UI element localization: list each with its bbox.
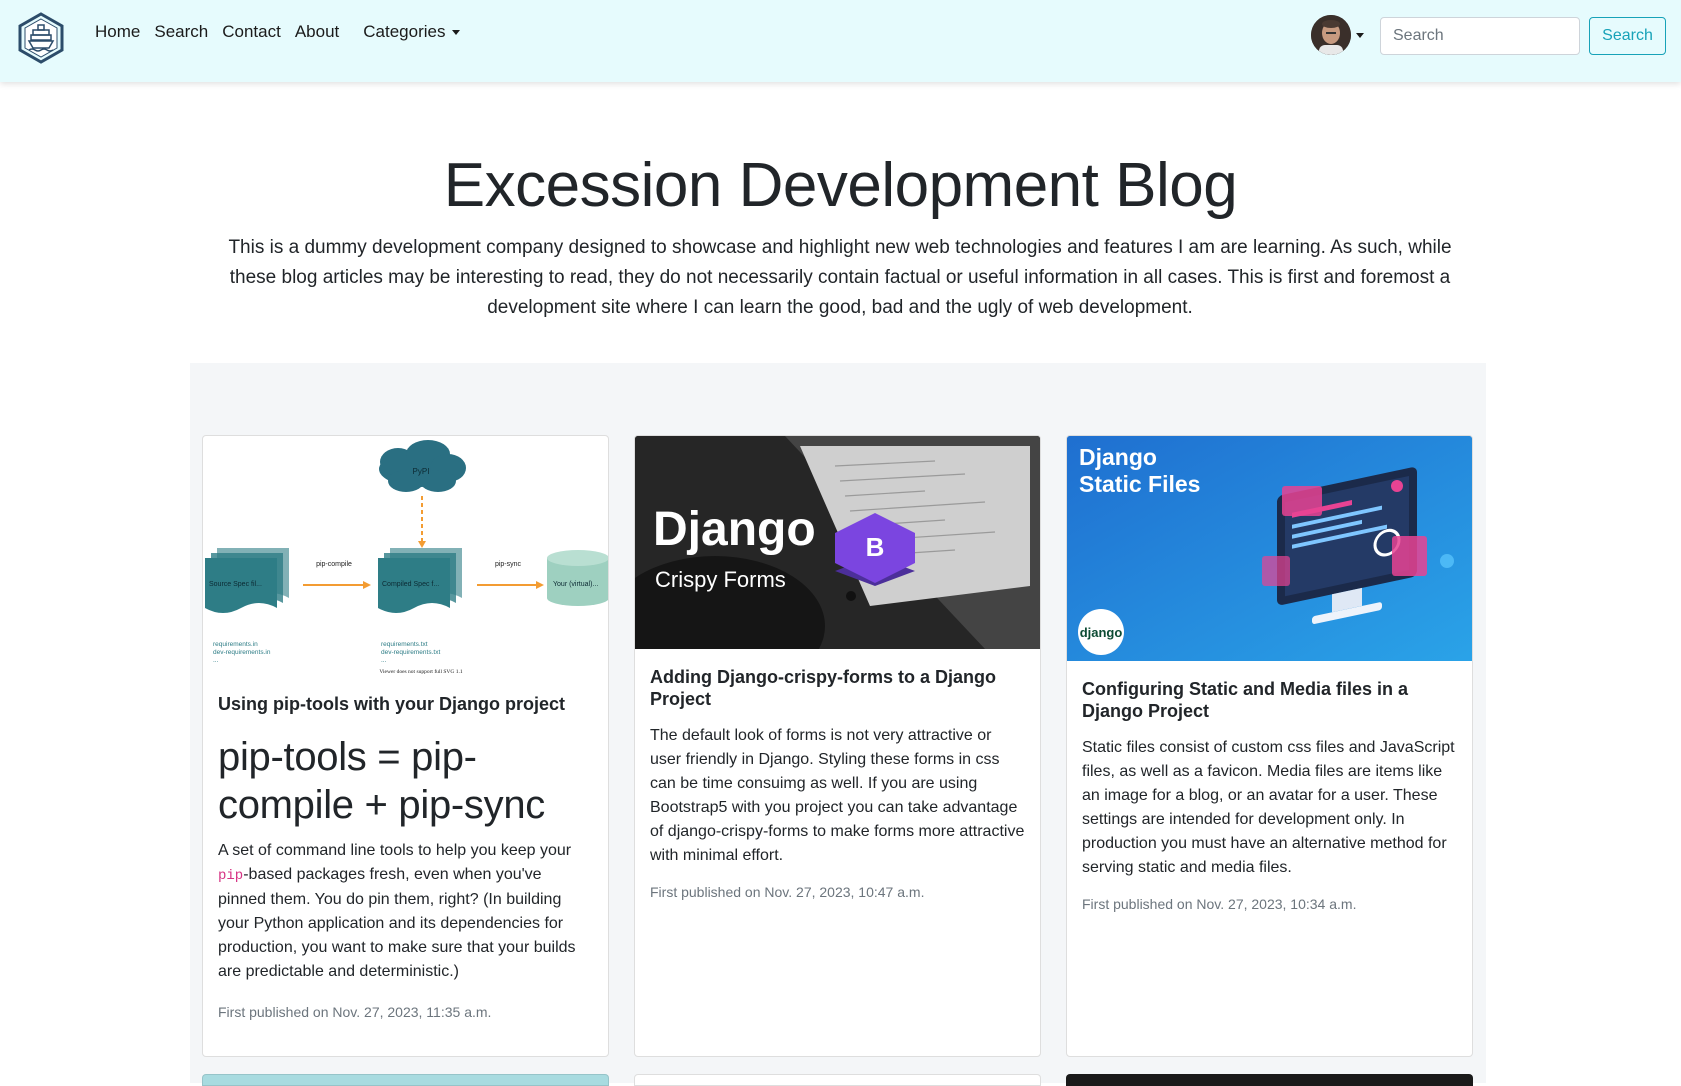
svg-notice: Viewer does not support full SVG 1.1 [379,668,462,675]
cloud-label: PyPI [413,467,430,476]
user-photo-icon [1311,15,1351,55]
card-image-crispy-forms: Django Crispy Forms B [635,436,1040,649]
file-list: ... [381,657,387,664]
search-input[interactable] [1380,17,1580,55]
card-title[interactable]: Adding Django-crispy-forms to a Django P… [650,666,1025,710]
card-excerpt: Static files consist of custom css files… [1082,739,1455,876]
nav-categories-dropdown[interactable]: Categories [363,22,461,42]
db-label: Your (virtual)... [553,581,598,588]
nav-contact-link[interactable]: Contact [222,22,281,42]
image-title-line: Django [1079,444,1157,470]
card-image-pip-diagram: PyPI Source Spec fil... pip-compile Comp… [203,436,608,678]
image-title: Django [653,503,816,556]
card-excerpt-text: -based packages fresh, even when you've … [218,866,576,980]
arrow-label: pip-sync [495,561,522,568]
user-menu-dropdown[interactable] [1311,15,1364,55]
image-subtitle: Crispy Forms [655,567,786,592]
card-excerpt: A set of command line tools to help you … [218,839,593,984]
card-published-date: First published on Nov. 27, 2023, 10:34 … [1082,896,1357,912]
inline-code: pip [218,868,244,884]
blog-card-partial[interactable] [202,1074,609,1086]
arrow-label: pip-compile [316,561,352,568]
file-list: dev-requirements.in [213,649,271,656]
file-list: dev-requirements.txt [381,649,440,656]
page-title: Excession Development Blog [443,151,1238,220]
brand-logo[interactable] [16,12,66,64]
caret-down-icon [1356,32,1364,38]
avatar [1311,15,1351,55]
search-button[interactable]: Search [1589,17,1666,55]
blog-card-partial[interactable] [1066,1074,1473,1086]
svg-text:B: B [866,532,885,562]
hero-lead-text: and [1061,237,1105,258]
nav-search-link[interactable]: Search [154,22,208,42]
nav-categories-label: Categories [363,22,446,41]
card-title[interactable]: Configuring Static and Media files in a … [1082,678,1457,722]
pip-tools-diagram: PyPI Source Spec fil... pip-compile Comp… [205,440,608,675]
file-list: requirements.in [213,641,258,648]
card-image-static-files: Django Static Files django [1067,436,1472,661]
blog-card-static-files[interactable]: Django Static Files django Configuring S… [1066,435,1473,1057]
hero-lead-emphasis: technologies [955,237,1062,258]
nav-about-link[interactable]: About [295,22,339,42]
doc-label: Source Spec fil... [209,581,262,588]
card-excerpt-text: A set of command line tools to help you … [218,842,572,859]
bootstrap-logo-icon: B [835,513,915,586]
hero-lead-emphasis: features [1104,237,1173,258]
card-published-date: First published on Nov. 27, 2023, 11:35 … [218,1004,492,1020]
django-logo-icon: django [1078,609,1124,655]
nav-home-link[interactable]: Home [95,22,140,42]
file-list: ... [213,657,219,664]
ship-logo-icon [18,12,64,64]
hero-lead: This is a dummy development company desi… [205,233,1475,323]
image-title: Django Static Files [1079,444,1200,498]
card-excerpt: The default look of forms is not very at… [650,727,1025,864]
blog-card-crispy-forms[interactable]: Django Crispy Forms B Adding Django-cris… [634,435,1041,1057]
file-list: requirements.txt [381,641,428,648]
caret-down-icon [452,29,461,35]
top-navbar: Home Search Contact About Categories Sea… [0,0,1681,82]
blog-card-pip-tools[interactable]: PyPI Source Spec fil... pip-compile Comp… [202,435,609,1057]
card-title[interactable]: Using pip-tools with your Django project [218,693,593,715]
card-heading: pip-tools = pip-compile + pip-sync [218,735,545,827]
card-published-date: First published on Nov. 27, 2023, 10:47 … [650,884,925,900]
doc-label: Compiled Spec f... [382,581,439,588]
hero-lead-text: This is a dummy development company desi… [228,237,956,258]
image-title-line: Static Files [1079,471,1201,497]
blog-card-partial[interactable] [634,1074,1041,1086]
